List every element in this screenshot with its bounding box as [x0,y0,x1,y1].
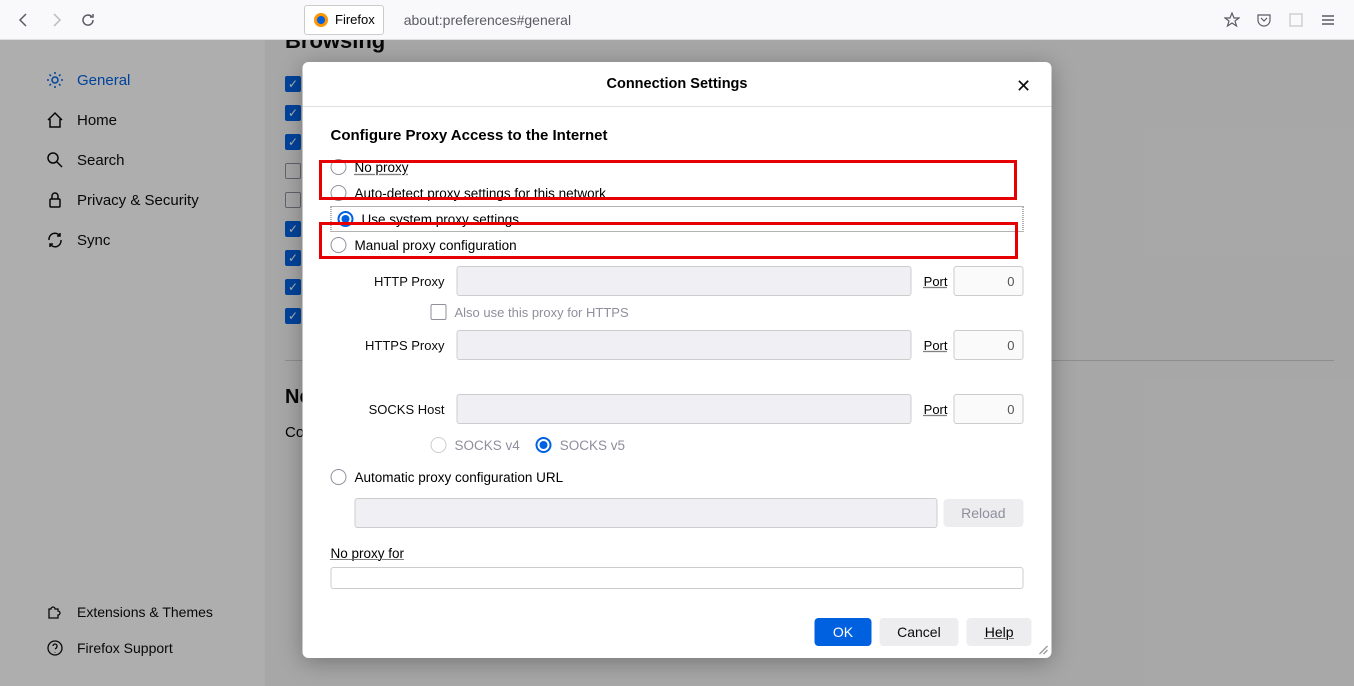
radio-icon [331,237,347,253]
reload-button[interactable]: Reload [943,499,1023,527]
auto-url-input[interactable] [355,498,938,528]
socks-port-input[interactable] [954,394,1024,424]
http-proxy-input[interactable] [457,266,912,296]
hamburger-menu-icon[interactable] [1318,10,1338,30]
help-button[interactable]: Help [967,618,1032,646]
port-label: Port [924,274,948,289]
reload-button[interactable] [72,4,104,36]
back-button[interactable] [8,4,40,36]
dialog-header: Connection Settings ✕ [303,62,1052,107]
radio-socks-v4[interactable]: SOCKS v4 [431,432,520,458]
cancel-button[interactable]: Cancel [879,618,959,646]
dialog-body: Configure Proxy Access to the Internet N… [303,107,1052,606]
close-button[interactable]: ✕ [1012,74,1036,98]
radio-auto-detect[interactable]: Auto-detect proxy settings for this netw… [331,180,1024,206]
port-label: Port [924,402,948,417]
radio-socks-v5[interactable]: SOCKS v5 [536,432,625,458]
connection-settings-dialog: Connection Settings ✕ Configure Proxy Ac… [303,62,1052,658]
radio-icon [331,469,347,485]
active-tab[interactable]: Firefox [304,5,384,35]
socks-host-row: SOCKS Host Port [331,394,1024,424]
http-proxy-row: HTTP Proxy Port [331,266,1024,296]
socks-version-row: SOCKS v4 SOCKS v5 [331,432,1024,458]
radio-icon [338,211,354,227]
socks-host-label: SOCKS Host [351,402,451,417]
url-input[interactable] [404,12,1222,28]
radio-auto-url[interactable]: Automatic proxy configuration URL [331,464,1024,490]
checkbox-icon [431,304,447,320]
proxy-heading: Configure Proxy Access to the Internet [331,127,1024,144]
http-port-input[interactable] [954,266,1024,296]
tab-label: Firefox [335,12,375,27]
also-https-row[interactable]: Also use this proxy for HTTPS [331,304,1024,320]
radio-icon [536,437,552,453]
radio-icon [431,437,447,453]
https-proxy-row: HTTPS Proxy Port [331,330,1024,360]
forward-button[interactable] [40,4,72,36]
http-proxy-label: HTTP Proxy [351,274,451,289]
https-proxy-label: HTTPS Proxy [351,338,451,353]
radio-manual[interactable]: Manual proxy configuration [331,232,1024,258]
radio-icon [331,185,347,201]
no-proxy-for-label: No proxy for [331,546,1024,561]
auto-url-row: Reload [331,498,1024,528]
radio-use-system[interactable]: Use system proxy settings [331,206,1024,232]
pocket-icon[interactable] [1254,10,1274,30]
radio-icon [331,159,347,175]
https-port-input[interactable] [954,330,1024,360]
url-bar[interactable] [392,5,1254,35]
radio-no-proxy[interactable]: No proxy [331,154,1024,180]
toolbar: Firefox [0,0,1354,40]
dialog-footer: OK Cancel Help [303,606,1052,658]
bookmark-star-icon[interactable] [1222,10,1242,30]
ok-button[interactable]: OK [815,618,871,646]
port-label: Port [924,338,948,353]
socks-host-input[interactable] [457,394,912,424]
app-menu-icon[interactable] [1286,10,1306,30]
firefox-icon [313,12,329,28]
no-proxy-for-input[interactable] [331,567,1024,589]
resize-grip-icon[interactable] [1037,643,1049,655]
toolbar-right [1254,10,1338,30]
dialog-title: Connection Settings [607,76,748,92]
https-proxy-input[interactable] [457,330,912,360]
